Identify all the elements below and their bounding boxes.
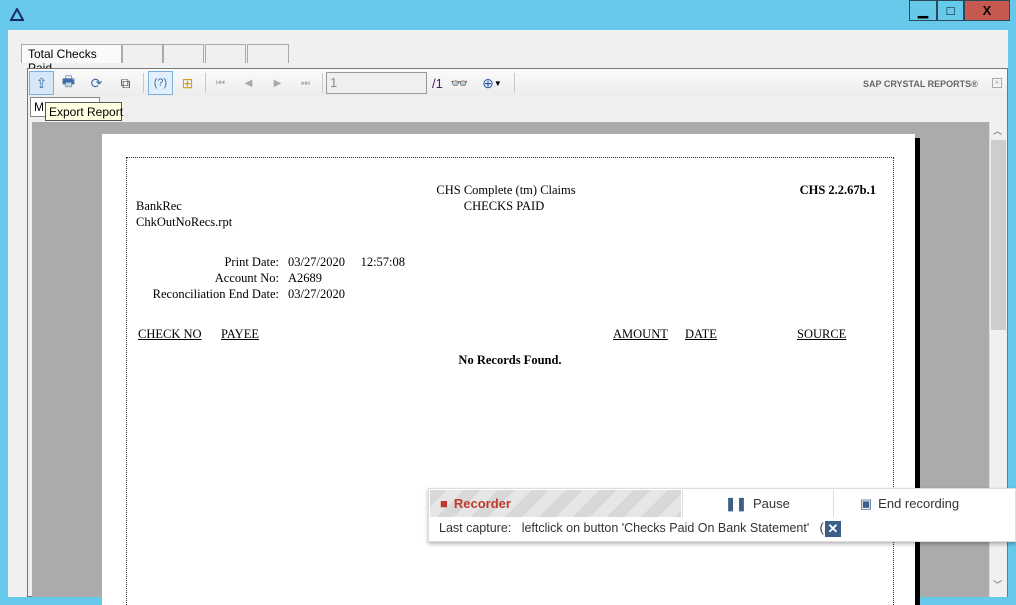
tab-4[interactable] <box>205 44 246 63</box>
last-page-button[interactable]: ⏭ <box>293 71 318 95</box>
app-logo-icon <box>10 8 24 21</box>
page-number-input[interactable]: 1 <box>326 72 427 94</box>
copy-button[interactable]: ⧉ <box>113 71 138 95</box>
close-capture-button[interactable]: ✕ <box>825 521 841 537</box>
copy-icon: ⧉ <box>120 74 131 91</box>
minimize-button[interactable]: ▁ <box>909 0 937 21</box>
separator <box>322 73 323 93</box>
recorder-title: Recorder <box>453 496 511 511</box>
pause-icon: ❚❚ <box>725 495 747 511</box>
field-label: Print Date: <box>224 255 279 269</box>
column-header: DATE <box>685 327 717 341</box>
chevron-down-icon: ▼ <box>493 78 502 88</box>
zoom-dropdown[interactable]: ⊕ ▼ <box>476 71 508 95</box>
scroll-thumb[interactable] <box>991 140 1006 330</box>
separator <box>143 73 144 93</box>
column-header: CHECK NO <box>138 327 202 341</box>
column-header: SOURCE <box>797 327 847 341</box>
field-value: 03/27/2020 <box>288 287 345 301</box>
print-button[interactable]: 🖶 <box>56 71 81 95</box>
version: CHS 2.2.67b.1 <box>799 183 876 197</box>
last-page-icon: ⏭ <box>301 77 310 89</box>
prev-page-button[interactable]: ◀ <box>236 71 261 95</box>
refresh-icon: ⟳ <box>90 74 103 91</box>
tab-2[interactable] <box>122 44 163 63</box>
help-button[interactable]: (?) <box>148 71 173 95</box>
column-header: PAYEE <box>221 327 259 341</box>
first-page-icon: ⏮ <box>216 77 225 89</box>
group-tree-button[interactable]: ⊞ <box>175 71 200 95</box>
first-page-button[interactable]: ⏮ <box>208 71 233 95</box>
separator <box>205 73 206 93</box>
scroll-up-icon[interactable]: ︿ <box>993 124 1002 137</box>
scroll-down-icon[interactable]: ﹀ <box>993 578 1002 591</box>
next-page-button[interactable]: ▶ <box>265 71 290 95</box>
pause-label: Pause <box>752 496 790 511</box>
column-header: AMOUNT <box>613 327 668 341</box>
find-button[interactable]: 👓 <box>447 71 472 95</box>
recorder-tab: ■ Recorder <box>430 490 681 517</box>
end-recording-button[interactable]: ▣ End recording <box>833 490 985 517</box>
field-value: 03/27/2020 12:57:08 <box>288 255 406 269</box>
next-icon: ▶ <box>273 77 282 89</box>
maximize-button[interactable]: □ <box>937 0 964 21</box>
field-label: Account No: <box>214 271 279 285</box>
page-total: /1 <box>432 76 443 91</box>
report-title: CHS Complete (tm) Claims <box>436 183 576 197</box>
last-capture-label: Last capture: <box>439 521 512 535</box>
video-camera-icon: ■ <box>440 496 448 511</box>
help-icon: (?) <box>153 77 168 89</box>
tab-total-checks-paid[interactable]: Total Checks Paid <box>21 44 122 75</box>
last-capture-value: leftclick on button 'Checks Paid On Bank… <box>521 521 810 535</box>
tree-icon: ⊞ <box>181 74 194 91</box>
printer-icon: 🖶 <box>61 73 76 89</box>
file-name: ChkOutNoRecs.rpt <box>136 215 233 229</box>
close-button[interactable]: X <box>964 0 1010 21</box>
save-icon: ▣ <box>859 495 873 511</box>
brand-label: SAP CRYSTAL REPORTS® <box>863 79 978 89</box>
binoculars-icon: 👓 <box>450 74 469 91</box>
export-icon: ⇪ <box>35 74 48 91</box>
refresh-button[interactable]: ⟳ <box>84 71 109 95</box>
export-report-button[interactable]: ⇪ <box>29 71 54 95</box>
field-value: A2689 <box>288 271 323 285</box>
field-label: Reconciliation End Date: <box>152 287 279 301</box>
tooltip: Export Report <box>45 102 123 121</box>
last-capture: Last capture: leftclick on button 'Check… <box>439 521 835 535</box>
report-subtitle: CHECKS PAID <box>463 199 545 213</box>
title-bar <box>0 0 1016 30</box>
pause-button[interactable]: ❚❚ Pause <box>682 490 832 517</box>
close-viewer-icon[interactable]: × <box>992 78 1002 88</box>
end-recording-label: End recording <box>878 496 960 511</box>
zoom-icon: ⊕ <box>482 74 494 91</box>
empty-message: No Records Found. <box>458 353 562 367</box>
separator <box>514 73 515 93</box>
tab-3[interactable] <box>163 44 204 63</box>
tab-5[interactable] <box>247 44 289 63</box>
app-name: BankRec <box>136 199 182 213</box>
prev-icon: ◀ <box>244 77 253 89</box>
